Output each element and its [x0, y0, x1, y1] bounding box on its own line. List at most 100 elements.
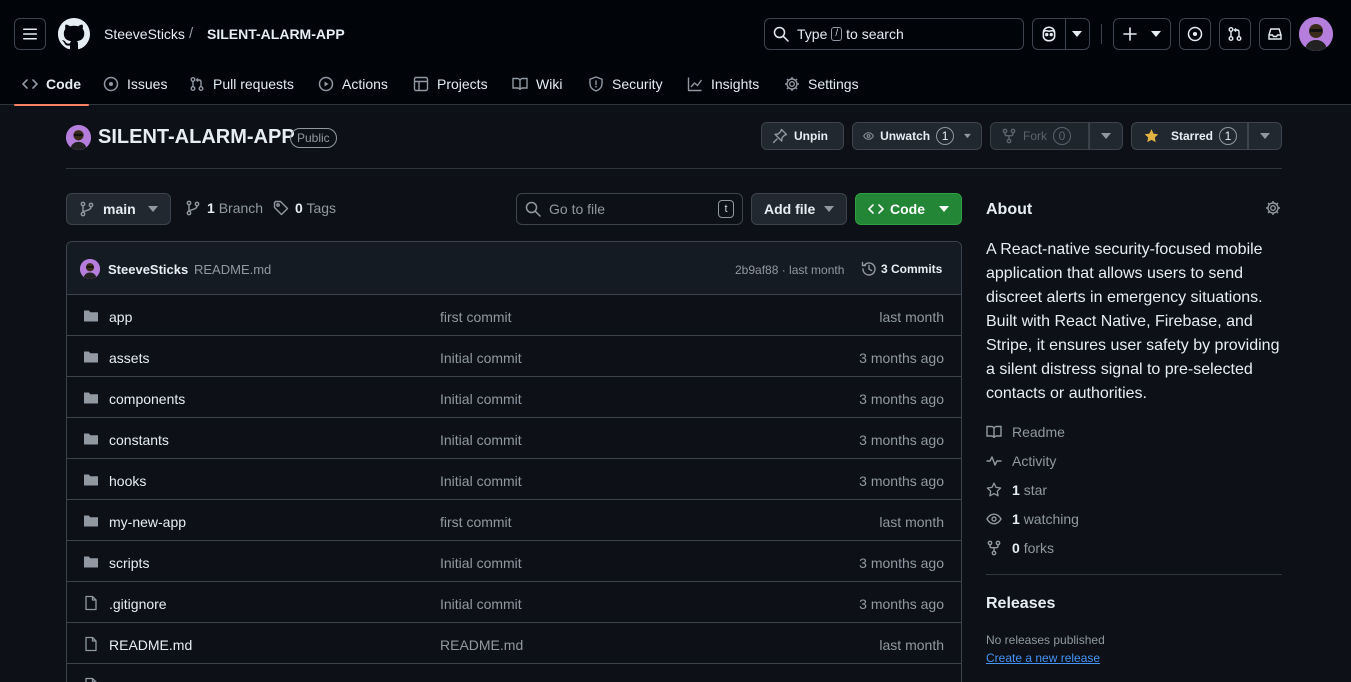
chevron-down-icon: [1101, 133, 1111, 139]
file-commit-message[interactable]: Initial commit: [440, 350, 522, 366]
file-commit-date: last month: [879, 637, 944, 653]
tab-pull-requests[interactable]: Pull requests: [189, 62, 294, 105]
folder-icon: [84, 474, 98, 486]
fork-button[interactable]: Fork 0: [990, 122, 1089, 150]
file-commit-message[interactable]: Initial commit: [440, 555, 522, 571]
file-name[interactable]: .gitignore: [109, 596, 167, 612]
copilot-button[interactable]: [1032, 18, 1090, 50]
watching-label: watching: [1023, 511, 1079, 527]
edit-about-button[interactable]: [1265, 200, 1281, 216]
commit-message[interactable]: README.md: [194, 262, 271, 277]
copilot-icon: [1042, 26, 1056, 42]
menu-button[interactable]: [14, 18, 46, 50]
file-commit-message[interactable]: Initial commit: [440, 596, 522, 612]
table-row[interactable]: README.md README.md last month: [67, 623, 961, 664]
table-row[interactable]: my-new-app first commit last month: [67, 500, 961, 541]
repo-owner-avatar[interactable]: [66, 125, 91, 150]
file-commit-message[interactable]: Initial commit: [440, 432, 522, 448]
go-to-file-placeholder: Go to file: [549, 201, 606, 217]
starred-label: Starred: [1170, 129, 1213, 143]
table-row[interactable]: scripts Initial commit 3 months ago: [67, 541, 961, 582]
branches-link[interactable]: 1 Branch: [185, 200, 263, 216]
add-file-button[interactable]: Add file: [751, 193, 847, 225]
file-name[interactable]: constants: [109, 432, 169, 448]
history-icon: [861, 261, 876, 276]
tab-actions[interactable]: Actions: [318, 62, 388, 105]
table-row[interactable]: components Initial commit 3 months ago: [67, 377, 961, 418]
starred-button[interactable]: Starred 1: [1131, 122, 1248, 150]
chevron-down-icon[interactable]: [1072, 31, 1082, 37]
readme-link[interactable]: Readme: [986, 424, 1065, 440]
user-avatar[interactable]: [1299, 17, 1333, 51]
go-to-file-input[interactable]: Go to file t: [516, 193, 743, 225]
header-issues-button[interactable]: [1179, 18, 1211, 50]
git-pull-request-icon: [1228, 27, 1242, 41]
tab-settings[interactable]: Settings: [784, 62, 859, 105]
search-icon: [525, 201, 541, 217]
file-commit-message[interactable]: Initial commit: [440, 391, 522, 407]
releases-heading[interactable]: Releases: [986, 595, 1055, 613]
create-release-link[interactable]: Create a new release: [986, 651, 1100, 665]
branch-selector[interactable]: main: [66, 193, 171, 225]
global-search-input[interactable]: Type / to search: [764, 18, 1024, 50]
breadcrumb-repo[interactable]: SILENT-ALARM-APP: [207, 26, 345, 42]
tab-issues[interactable]: Issues: [103, 62, 167, 105]
file-name[interactable]: my-new-app: [109, 514, 186, 530]
folder-icon: [84, 392, 98, 404]
branch-count-label: Branch: [218, 200, 264, 216]
forks-link[interactable]: 0 forks: [986, 540, 1054, 556]
table-row[interactable]: constants Initial commit 3 months ago: [67, 418, 961, 459]
tab-code[interactable]: Code: [14, 62, 89, 106]
search-suffix: to search: [846, 26, 904, 42]
tab-security[interactable]: Security: [588, 62, 663, 105]
file-commit-message[interactable]: README.md: [440, 637, 523, 653]
stars-link[interactable]: 1 star: [986, 482, 1047, 498]
breadcrumb-owner[interactable]: SteeveSticks: [104, 26, 185, 42]
tab-settings-label: Settings: [808, 75, 859, 92]
file-icon: [85, 677, 97, 682]
folder-icon: [84, 433, 98, 445]
issue-opened-icon: [103, 76, 119, 91]
file-name[interactable]: README.md: [109, 637, 192, 653]
file-name[interactable]: hooks: [109, 473, 146, 489]
commit-hash-time[interactable]: 2b9af88 · last month: [735, 263, 844, 277]
tab-insights-label: Insights: [711, 75, 760, 92]
create-new-button[interactable]: [1113, 18, 1171, 50]
table-row[interactable]: .gitignore Initial commit 3 months ago: [67, 582, 961, 623]
repo-forked-icon: [1002, 128, 1016, 144]
tags-link[interactable]: 0 Tags: [273, 200, 336, 216]
commit-author[interactable]: SteeveSticks: [108, 262, 188, 277]
table-row[interactable]: assets Initial commit 3 months ago: [67, 336, 961, 377]
table-row[interactable]: hooks Initial commit 3 months ago: [67, 459, 961, 500]
repo-title[interactable]: SILENT-ALARM-APP: [98, 126, 295, 149]
eye-icon: [863, 132, 874, 140]
file-name[interactable]: scripts: [109, 555, 149, 571]
unpin-button[interactable]: Unpin: [761, 122, 844, 150]
table-row[interactable]: app first commit last month: [67, 295, 961, 336]
file-name[interactable]: app: [109, 309, 132, 325]
star-options-button[interactable]: [1248, 122, 1282, 150]
fork-options-button[interactable]: [1089, 122, 1123, 150]
tag-icon: [273, 200, 289, 216]
tab-projects[interactable]: Projects: [413, 62, 488, 105]
file-commit-message[interactable]: Initial commit: [440, 473, 522, 489]
unwatch-button[interactable]: Unwatch 1: [852, 122, 982, 150]
tab-insights[interactable]: Insights: [687, 62, 759, 105]
notifications-button[interactable]: [1259, 18, 1291, 50]
file-commit-message[interactable]: first commit: [440, 514, 512, 530]
commits-history-link[interactable]: 3 Commits: [861, 261, 942, 277]
plus-icon: [1123, 27, 1137, 41]
code-download-button[interactable]: Code: [855, 193, 962, 225]
chevron-down-icon: [1260, 133, 1270, 139]
table-row[interactable]: [67, 664, 961, 682]
github-logo-icon[interactable]: [58, 18, 90, 50]
file-name[interactable]: assets: [109, 350, 149, 366]
file-commit-message[interactable]: first commit: [440, 309, 512, 325]
git-pull-request-icon: [190, 76, 204, 91]
activity-link[interactable]: Activity: [986, 453, 1056, 469]
header-pull-requests-button[interactable]: [1219, 18, 1251, 50]
watchers-link[interactable]: 1 watching: [986, 511, 1079, 527]
commit-author-avatar[interactable]: [80, 259, 100, 279]
file-name[interactable]: components: [109, 391, 185, 407]
tab-wiki[interactable]: Wiki: [512, 62, 562, 105]
